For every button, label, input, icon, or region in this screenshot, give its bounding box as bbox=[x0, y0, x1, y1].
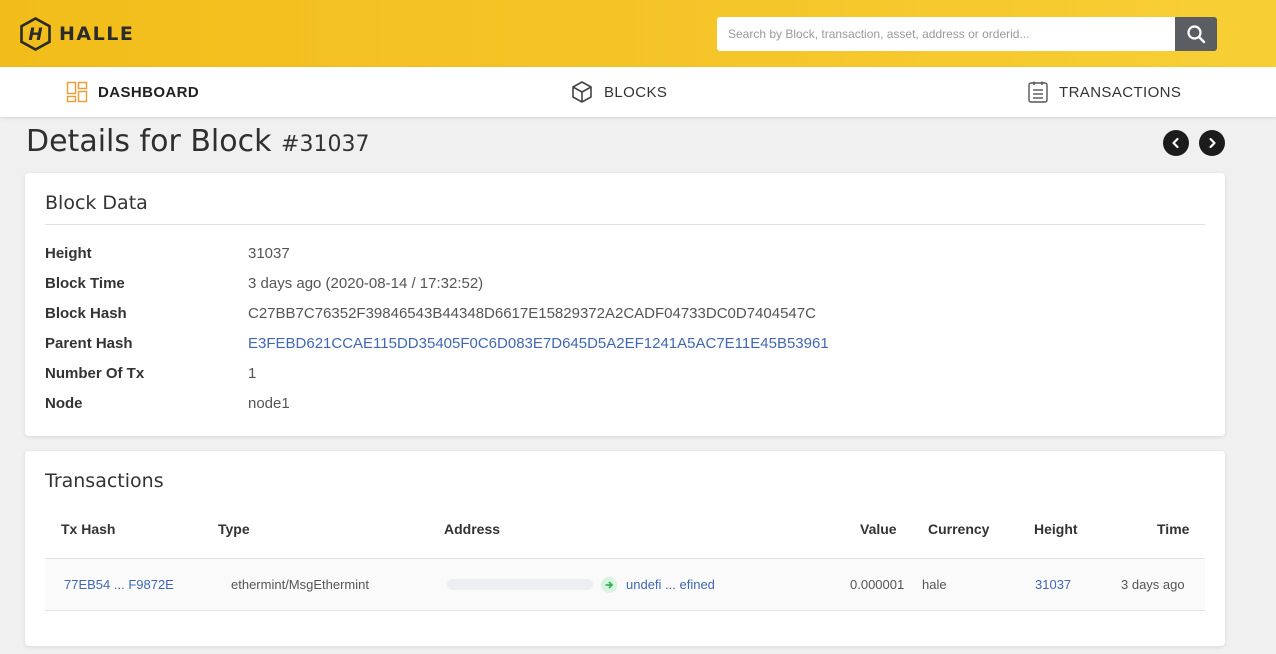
number-of-tx-label: Number Of Tx bbox=[45, 364, 145, 382]
block-time-label: Block Time bbox=[45, 274, 125, 292]
node-value: node1 bbox=[248, 394, 290, 412]
column-header-address: Address bbox=[444, 521, 501, 537]
search-button[interactable] bbox=[1175, 17, 1217, 51]
transactions-title: Transactions bbox=[45, 470, 164, 492]
brand-name: HALLE bbox=[59, 23, 135, 45]
arrow-right-icon bbox=[601, 576, 617, 593]
block-data-row-block-time: Block Time 3 days ago (2020-08-14 / 17:3… bbox=[45, 273, 483, 293]
height-label: Height bbox=[45, 244, 92, 262]
block-time-value: 3 days ago (2020-08-14 / 17:32:52) bbox=[248, 274, 484, 292]
tx-value: 0.000001 bbox=[850, 577, 905, 592]
parent-hash-link[interactable]: E3FEBD621CCAE115DD35405F0C6D083E7D645D5A… bbox=[248, 335, 829, 352]
nav-label-dashboard: DASHBOARD bbox=[98, 83, 200, 101]
block-data-row-node: Node node1 bbox=[45, 393, 290, 413]
transactions-card: Transactions Tx Hash Type Address Value … bbox=[25, 451, 1225, 646]
block-hash-value: C27BB7C76352F39846543B44348D6617E1582937… bbox=[248, 304, 816, 322]
dashboard-icon bbox=[66, 81, 88, 103]
block-data-row-parent-hash: Parent Hash E3FEBD621CCAE115DD35405F0C6D… bbox=[45, 333, 829, 353]
clipboard-list-icon bbox=[1028, 81, 1048, 103]
to-address-link[interactable]: undefi ... efined bbox=[626, 577, 715, 592]
brand-logo[interactable]: H HALLE bbox=[19, 17, 134, 51]
parent-hash-label: Parent Hash bbox=[45, 334, 133, 352]
search-icon bbox=[1187, 25, 1206, 44]
column-header-value: Value bbox=[860, 521, 897, 537]
column-header-type: Type bbox=[218, 521, 250, 537]
block-data-row-block-hash: Block Hash C27BB7C76352F39846543B44348D6… bbox=[45, 303, 816, 323]
main-nav: DASHBOARD BLOCKS TRANSACTIONS bbox=[0, 67, 1276, 117]
column-header-time: Time bbox=[1157, 521, 1190, 537]
node-label: Node bbox=[45, 394, 83, 412]
page-title-text: Details for Block bbox=[26, 124, 272, 159]
tx-hash-link[interactable]: 77EB54 ... F9872E bbox=[64, 559, 174, 610]
nav-label-blocks: BLOCKS bbox=[604, 83, 668, 101]
nav-item-transactions[interactable]: TRANSACTIONS bbox=[1027, 67, 1181, 117]
tx-currency: hale bbox=[922, 577, 947, 592]
halle-logo-icon: H bbox=[20, 17, 51, 51]
search-bar bbox=[717, 17, 1217, 51]
cube-icon bbox=[572, 81, 592, 103]
column-header-tx-hash: Tx Hash bbox=[61, 521, 116, 537]
page-title: Details for Block #31037 bbox=[26, 124, 369, 159]
svg-text:H: H bbox=[28, 25, 42, 45]
nav-item-dashboard[interactable]: DASHBOARD bbox=[66, 67, 199, 117]
nav-label-transactions: TRANSACTIONS bbox=[1059, 83, 1182, 101]
block-data-row-number-of-tx: Number Of Tx 1 bbox=[45, 363, 256, 383]
block-data-row-height: Height 31037 bbox=[45, 243, 290, 263]
column-header-currency: Currency bbox=[928, 521, 990, 537]
number-of-tx-value: 1 bbox=[248, 364, 257, 382]
nav-item-blocks[interactable]: BLOCKS bbox=[570, 67, 667, 117]
tx-address-cell: undefi ... efined bbox=[447, 559, 715, 610]
top-header: H HALLE bbox=[0, 0, 1276, 67]
from-address-placeholder bbox=[447, 579, 593, 590]
previous-block-button[interactable] bbox=[1163, 130, 1189, 156]
tx-height-link[interactable]: 31037 bbox=[1035, 559, 1071, 610]
chevron-left-icon bbox=[1172, 137, 1179, 149]
divider bbox=[45, 224, 1205, 225]
table-row: 77EB54 ... F9872E ethermint/MsgEthermint… bbox=[45, 558, 1205, 611]
column-header-height: Height bbox=[1034, 521, 1078, 537]
block-data-card: Block Data Height 31037 Block Time 3 day… bbox=[25, 173, 1225, 436]
height-value: 31037 bbox=[248, 244, 290, 262]
tx-time: 3 days ago bbox=[1121, 577, 1185, 592]
chevron-right-icon bbox=[1209, 137, 1216, 149]
tx-type: ethermint/MsgEthermint bbox=[231, 577, 369, 592]
next-block-button[interactable] bbox=[1199, 130, 1225, 156]
search-input[interactable] bbox=[717, 17, 1175, 51]
block-number: #31037 bbox=[281, 132, 370, 157]
block-data-title: Block Data bbox=[45, 192, 148, 214]
block-hash-label: Block Hash bbox=[45, 304, 127, 322]
